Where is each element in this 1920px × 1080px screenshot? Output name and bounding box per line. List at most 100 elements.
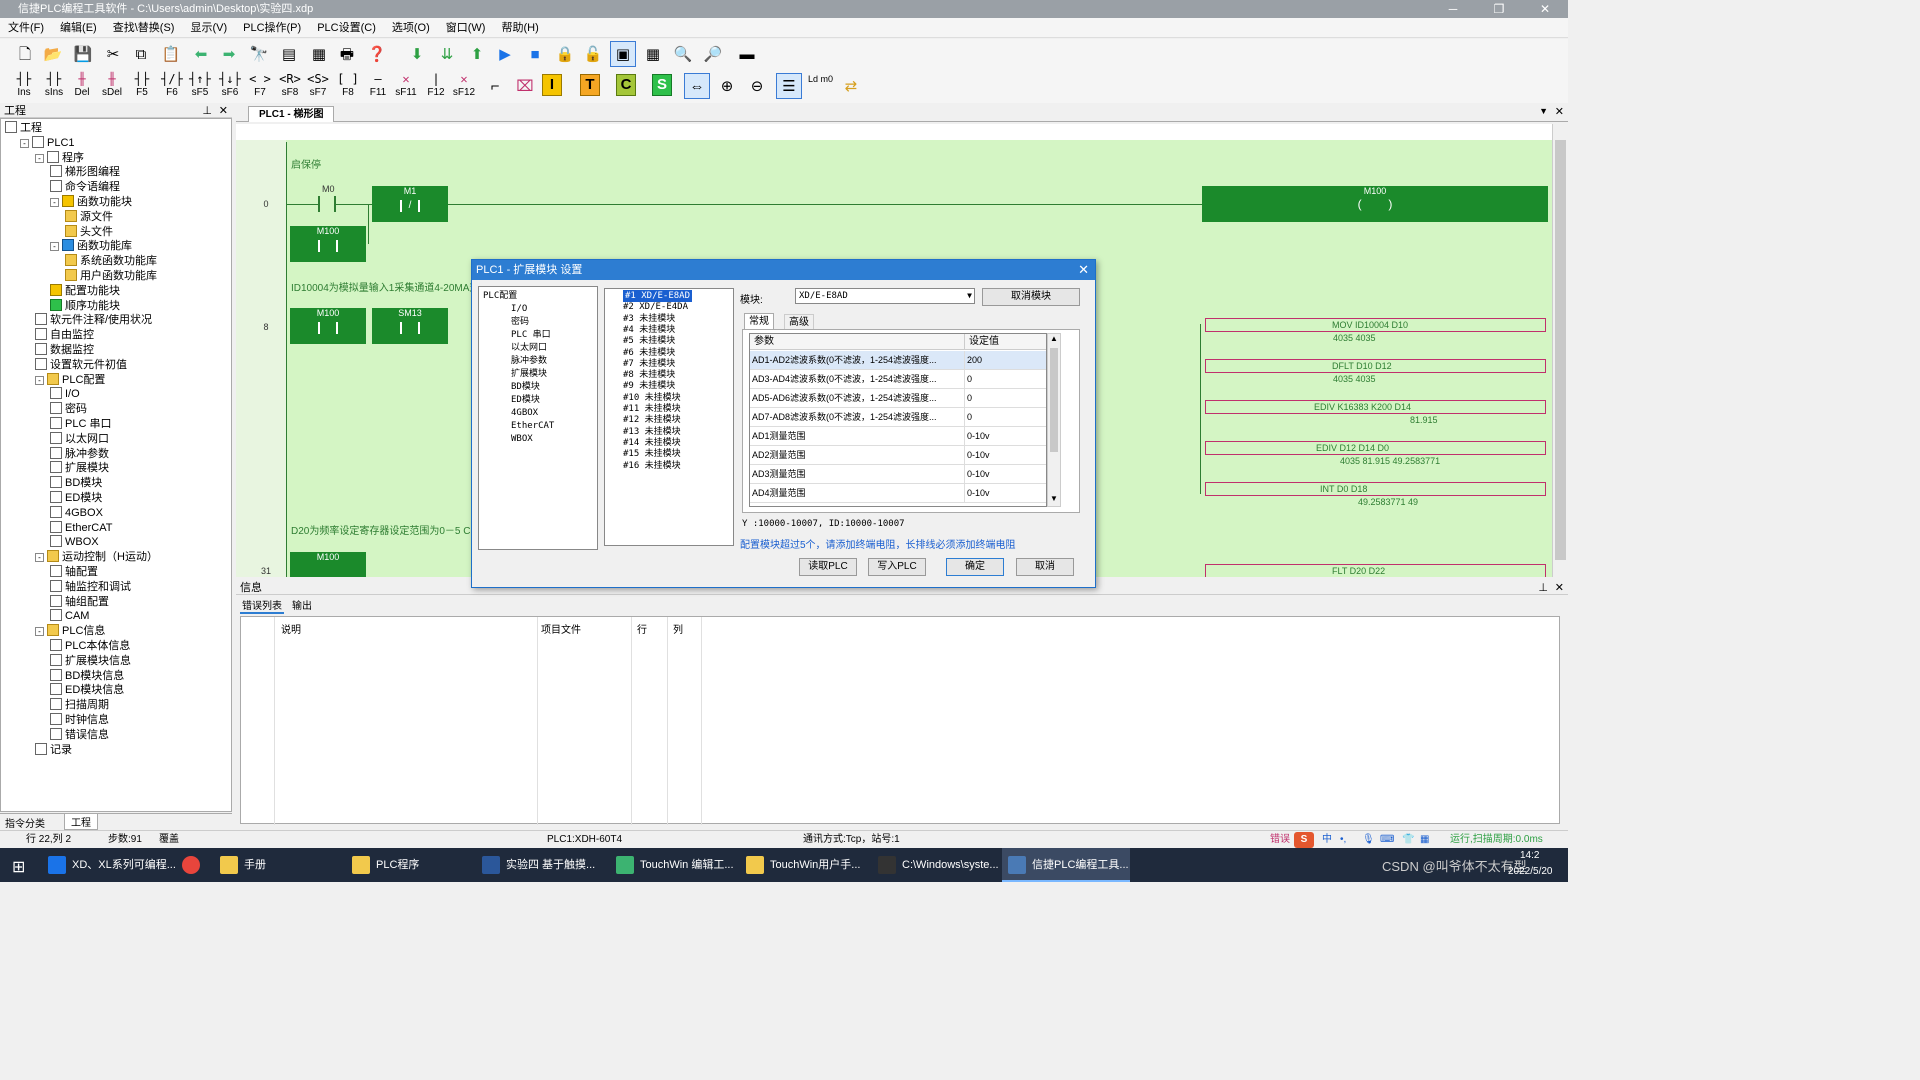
tree-item[interactable]: ED模块 (50, 491, 102, 506)
contact-m0[interactable] (318, 196, 336, 212)
menu-view[interactable]: 显示(V) (182, 18, 235, 38)
function-block-int[interactable]: INT D0 D18 (1205, 482, 1546, 496)
contact-m1[interactable]: M1/ (372, 186, 448, 222)
tree-item[interactable]: - PLC配置 (35, 372, 105, 388)
monitor-mode-icon[interactable]: ⇔ (684, 73, 710, 99)
restore-button[interactable]: ❐ (1476, 0, 1522, 18)
tree-item[interactable]: - 函数功能库 (50, 239, 132, 254)
read-plc-button[interactable]: 读取PLC (799, 558, 857, 576)
tree-item[interactable]: 配置功能块 (50, 283, 120, 299)
function-block-ediv[interactable]: EDIV K16383 K200 D14 (1205, 400, 1546, 414)
step-s-icon[interactable]: S (652, 74, 672, 96)
contact-m100[interactable]: M100 (290, 226, 366, 262)
grid-menu-icon[interactable]: ▦ (1420, 831, 1429, 849)
grid-row[interactable]: AD3-AD4滤波系数(0不滤波，1-254滤波强度... 0 (750, 370, 1046, 389)
function-block-flt[interactable]: FLT D20 D22 (1205, 564, 1546, 577)
new-file-icon[interactable]: 🗋 (12, 41, 38, 67)
module-slot-item[interactable]: #2 XD/E-E4DA (623, 301, 688, 313)
tree-item[interactable]: 头文件 (65, 224, 113, 240)
ok-button[interactable]: 确定 (946, 558, 1004, 576)
vline-button[interactable]: | F12 (422, 71, 450, 101)
write-plc-button[interactable]: 写入PLC (868, 558, 926, 576)
timer-t-icon[interactable]: T (580, 74, 600, 96)
ime-punct-icon[interactable]: •, (1340, 831, 1346, 849)
tree-item[interactable]: 扫描周期 (50, 698, 109, 713)
tree-item[interactable]: 轴组配置 (50, 594, 109, 610)
module-slot-item[interactable]: #11 未挂模块 (623, 403, 681, 415)
tree-item[interactable]: 梯形图编程 (50, 165, 120, 180)
module-slot-item[interactable]: #4 未挂模块 (623, 324, 675, 336)
tree-item[interactable]: CAM (50, 609, 89, 624)
grid-scrollbar[interactable]: ▲ ▼ (1047, 333, 1061, 507)
scroll-up-icon[interactable]: ▲ (1050, 334, 1058, 343)
grid-row[interactable]: AD3测量范围 0-10v (750, 465, 1046, 484)
tree-item[interactable]: 自由监控 (35, 328, 94, 343)
tab-general[interactable]: 常规 (744, 313, 774, 329)
config-tree-item[interactable]: 4GBOX (511, 407, 538, 419)
contact-m100[interactable]: M100 (290, 308, 366, 344)
tab-project[interactable]: 工程 (64, 814, 98, 830)
tree-item[interactable]: 密码 (50, 402, 87, 417)
expand-toggle-icon[interactable]: - (35, 627, 44, 637)
parameter-value[interactable]: 0-10v (964, 484, 1046, 503)
taskbar-app[interactable]: PLC程序 (346, 848, 470, 882)
parameter-value[interactable]: 0-10v (964, 446, 1046, 465)
parameter-value[interactable]: 0 (964, 370, 1046, 389)
rising-edge-button[interactable]: ┤↑├ sF5 (186, 71, 214, 101)
scroll-down-icon[interactable]: ▼ (1050, 494, 1058, 503)
module-slot-item[interactable]: #7 未挂模块 (623, 358, 675, 370)
document-icon[interactable]: ▦ (306, 41, 332, 67)
zoom-out-icon[interactable]: ⊖ (744, 73, 770, 99)
tree-item[interactable]: 轴配置 (50, 565, 98, 580)
set-coil-button[interactable]: <S> sF7 (304, 71, 332, 101)
clock-time[interactable]: 14:2 (1520, 850, 1539, 861)
tree-item[interactable]: - 函数功能块 (50, 195, 132, 210)
download-all-icon[interactable]: ⇊ (434, 41, 460, 67)
pin-icon[interactable]: ⊥ (1538, 581, 1548, 595)
copy-icon[interactable]: ⧉ (128, 41, 154, 67)
ld-m0-label[interactable]: Ld m0 (808, 74, 833, 84)
config-tree-item[interactable]: 密码 (511, 316, 529, 328)
config-tree-root[interactable]: PLC配置 (483, 290, 517, 302)
grid-row[interactable]: AD1测量范围 0-10v (750, 427, 1046, 446)
keyboard-icon[interactable]: ⌨ (1380, 831, 1394, 849)
menu-find[interactable]: 查找\替换(S) (105, 18, 183, 38)
zoom-in-icon[interactable]: ⊕ (714, 73, 740, 99)
tree-item[interactable]: 工程 (5, 121, 42, 136)
replace-icon[interactable]: ▤ (276, 41, 302, 67)
insert-row-button[interactable]: ┤├ Ins (10, 71, 38, 101)
config-tree-item[interactable]: ED模块 (511, 394, 540, 406)
tab-advanced[interactable]: 高级 (784, 314, 814, 329)
tree-item[interactable]: 以太网口 (50, 431, 109, 447)
tree-item[interactable]: BD模块信息 (50, 668, 124, 684)
tab-dropdown-icon[interactable]: ▼ (1539, 106, 1548, 116)
paste-icon[interactable]: 📋 (158, 41, 184, 67)
microphone-icon[interactable]: 🎙 (1362, 831, 1375, 849)
nc-contact-button[interactable]: ┤/├ F6 (158, 71, 186, 101)
undo-arrow-icon[interactable]: ⬅ (188, 41, 214, 67)
menu-plc-ops[interactable]: PLC操作(P) (235, 18, 309, 38)
input-i-icon[interactable]: I (542, 74, 562, 96)
expand-toggle-icon[interactable]: - (35, 375, 44, 385)
search-settings-icon[interactable]: 🔎 (700, 41, 726, 67)
falling-edge-button[interactable]: ┤↓├ sF6 (216, 71, 244, 101)
module-slot-item[interactable]: #6 未挂模块 (623, 347, 675, 359)
grid-row[interactable]: AD7-AD8滤波系数(0不滤波，1-254滤波强度... 0 (750, 408, 1046, 427)
insert-col-button[interactable]: ┤├ sIns (40, 71, 68, 101)
tree-item[interactable]: - PLC信息 (35, 624, 105, 639)
taskbar-app[interactable]: TouchWin 编辑工... (610, 848, 736, 882)
cancel-module-button[interactable]: 取消模块 (982, 288, 1080, 306)
close-editor-icon[interactable]: ✕ (1555, 105, 1564, 118)
dialog-close-icon[interactable]: ✕ (1078, 260, 1089, 280)
menu-plc-settings[interactable]: PLC设置(C) (309, 18, 384, 38)
tree-item[interactable]: 顺序功能块 (50, 298, 120, 314)
config-tree-item[interactable]: EtherCAT (511, 420, 554, 432)
parameter-value[interactable]: 0-10v (964, 465, 1046, 484)
tree-item[interactable]: 错误信息 (50, 727, 109, 743)
taskbar-app[interactable]: 实验四 基于触摸... (476, 848, 606, 882)
expand-toggle-icon[interactable]: - (50, 198, 59, 207)
tab-output[interactable]: 输出 (290, 597, 314, 612)
tree-item[interactable]: EtherCAT (50, 520, 112, 536)
delete-col-button[interactable]: ╫ sDel (98, 71, 126, 101)
expand-toggle-icon[interactable]: - (35, 153, 44, 163)
